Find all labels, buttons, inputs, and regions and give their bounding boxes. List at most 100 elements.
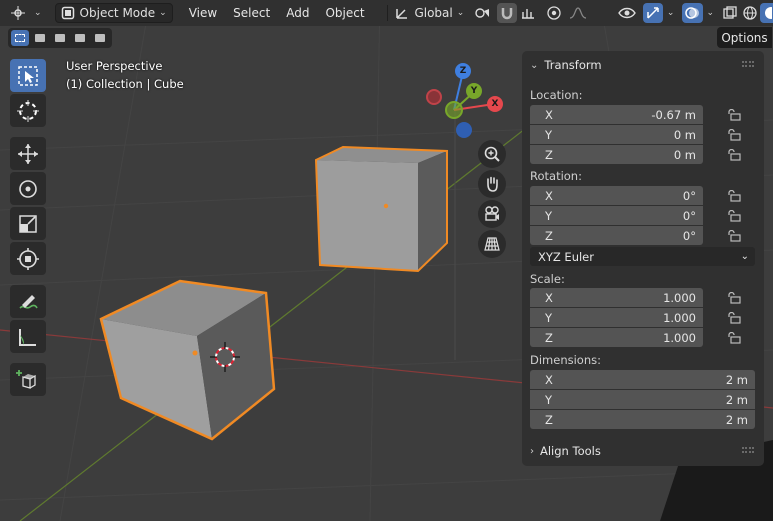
axis-label: Z: [545, 330, 553, 345]
axis-label: X: [545, 188, 553, 203]
lock-rotation-x-icon[interactable]: [727, 190, 741, 202]
gizmo-neg-z-axis[interactable]: [456, 122, 472, 138]
lock-location-y-icon[interactable]: [727, 129, 741, 141]
drag-grip-icon[interactable]: [742, 447, 754, 453]
chevron-down-icon[interactable]: ⌄: [667, 8, 675, 18]
select-new-button[interactable]: [11, 30, 29, 46]
falloff-button[interactable]: [564, 3, 591, 23]
options-button[interactable]: Options: [717, 27, 772, 48]
snap-toggle[interactable]: [496, 3, 517, 23]
pan-button[interactable]: [478, 170, 506, 198]
axis-label: Y: [545, 208, 553, 223]
axis-label: Z: [545, 412, 553, 427]
overlays-toggle[interactable]: [682, 3, 703, 23]
collection-label: (1) Collection | Cube: [66, 77, 184, 91]
menu-object[interactable]: Object: [317, 3, 372, 23]
camera-view-button[interactable]: [478, 200, 506, 228]
gizmo-z-axis[interactable]: Z: [455, 63, 471, 79]
lock-scale-z-icon[interactable]: [727, 332, 741, 344]
lock-scale-x-icon[interactable]: [727, 292, 741, 304]
select-extend-button[interactable]: [31, 30, 49, 46]
ortho-toggle-button[interactable]: [478, 230, 506, 258]
scale-x-field[interactable]: X 1.000: [530, 288, 703, 307]
lock-rotation-z-icon[interactable]: [727, 230, 741, 242]
transform-panel-header[interactable]: ⌄ Transform: [522, 52, 764, 78]
select-extend-icon: [35, 34, 45, 42]
gizmo-x-axis[interactable]: X: [487, 96, 503, 112]
scale-z-field[interactable]: Z 1.000: [530, 328, 703, 347]
rotation-label: Rotation:: [530, 169, 582, 183]
visibility-button[interactable]: [613, 3, 640, 23]
lock-location-z-icon[interactable]: [727, 149, 741, 161]
zoom-button[interactable]: [478, 140, 506, 168]
add-cube-tool[interactable]: [10, 363, 46, 396]
lock-location-x-icon[interactable]: [727, 109, 741, 121]
scale-y-field[interactable]: Y 1.000: [530, 308, 703, 327]
dimensions-x-field[interactable]: X 2 m: [530, 370, 755, 389]
wireframe-shading-button[interactable]: [740, 3, 760, 23]
transform-tool[interactable]: [10, 242, 46, 275]
pivot-point-button[interactable]: [469, 3, 496, 23]
menu-view[interactable]: View: [181, 3, 225, 23]
gizmo-toggle[interactable]: [642, 3, 663, 23]
select-subtract-button[interactable]: [51, 30, 69, 46]
select-intersect-button[interactable]: [91, 30, 109, 46]
orientation-dropdown[interactable]: Global ⌄: [390, 3, 469, 23]
annotate-tool[interactable]: [10, 285, 46, 318]
chevron-down-icon[interactable]: ⌄: [707, 8, 715, 18]
gizmo-y-axis[interactable]: Y: [466, 83, 482, 99]
menu-select[interactable]: Select: [225, 3, 278, 23]
header-separator: [386, 5, 388, 21]
xray-toggle[interactable]: [720, 3, 740, 23]
chevron-down-icon: ⌄: [456, 8, 465, 18]
select-invert-button[interactable]: [71, 30, 89, 46]
menu-add[interactable]: Add: [278, 3, 317, 23]
cursor-icon: [17, 99, 39, 122]
rotation-mode-dropdown[interactable]: XYZ Euler ⌄: [530, 247, 755, 266]
snap-target-button[interactable]: [517, 3, 544, 23]
location-z-field[interactable]: Z 0 m: [530, 145, 703, 164]
camera-icon: [485, 206, 499, 221]
scale-icon: [19, 214, 37, 233]
select-subtract-icon: [55, 34, 65, 42]
chevron-down-icon: ⌄: [740, 251, 749, 262]
select-box-tool[interactable]: [10, 59, 46, 92]
field-value: 0 m: [673, 127, 696, 142]
blender-window: ⌄ Object Mode ⌄ View Select Add Object G…: [0, 0, 773, 521]
3d-viewport[interactable]: ⌄ Object Mode ⌄ View Select Add Object G…: [0, 0, 773, 521]
transform-icon: [17, 247, 39, 270]
lock-rotation-y-icon[interactable]: [727, 210, 741, 222]
location-y-field[interactable]: Y 0 m: [530, 125, 703, 144]
proportional-edit-button[interactable]: [544, 3, 564, 23]
align-tools-panel-header[interactable]: › Align Tools: [522, 438, 764, 464]
grid-perspective-icon: [484, 237, 500, 251]
select-box-icon: [18, 65, 38, 86]
editor-type-icon: [11, 6, 25, 20]
mode-dropdown[interactable]: Object Mode ⌄: [54, 3, 173, 23]
gizmo-neg-y-axis[interactable]: [445, 101, 463, 119]
align-tools-title: Align Tools: [540, 444, 601, 458]
transform-title: Transform: [544, 58, 602, 72]
lock-scale-y-icon[interactable]: [727, 312, 741, 324]
gizmo-neg-x-axis[interactable]: [426, 89, 442, 105]
location-x-field[interactable]: X -0.67 m: [530, 105, 703, 124]
rotation-z-field[interactable]: Z 0°: [530, 226, 703, 245]
drag-grip-icon[interactable]: [742, 61, 754, 67]
far-cube[interactable]: [314, 145, 448, 273]
editor-type-button[interactable]: ⌄: [6, 3, 47, 23]
dimensions-z-field[interactable]: Z 2 m: [530, 410, 755, 429]
cursor-tool[interactable]: [10, 94, 46, 127]
solid-shading-button[interactable]: [760, 3, 773, 23]
measure-tool[interactable]: [10, 320, 46, 353]
rotate-tool[interactable]: [10, 172, 46, 205]
xray-icon: [723, 6, 737, 19]
rotation-y-field[interactable]: Y 0°: [530, 206, 703, 225]
field-value: 1.000: [663, 310, 696, 325]
selected-cube[interactable]: [99, 279, 276, 441]
dimensions-y-field[interactable]: Y 2 m: [530, 390, 755, 409]
rotation-x-field[interactable]: X 0°: [530, 186, 703, 205]
move-arrows-icon: [18, 143, 38, 164]
scale-tool[interactable]: [10, 207, 46, 240]
move-tool[interactable]: [10, 137, 46, 170]
proportional-edit-icon: [547, 6, 561, 20]
